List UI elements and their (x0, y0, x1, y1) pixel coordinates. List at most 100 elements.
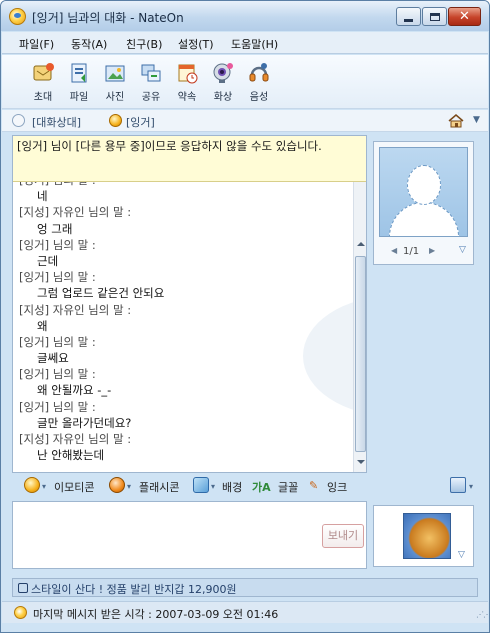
nateon-status-icon (14, 606, 27, 619)
participants-toggle-icon[interactable] (12, 114, 25, 127)
background-icon[interactable] (193, 477, 209, 493)
share-label: 공유 (141, 92, 161, 103)
message-sender: [지성] 자유인 님의 말 : (19, 205, 132, 220)
my-avatar[interactable] (403, 513, 451, 559)
chat-transcript[interactable]: [잉거] 님이 [다른 용무 중]이므로 응답하지 않을 수도 있습니다. [잉… (12, 135, 367, 473)
peer-avatar[interactable] (379, 147, 468, 237)
font-icon[interactable]: 가A (252, 479, 271, 495)
video-icon (211, 61, 235, 85)
ink-icon[interactable]: ✎ (309, 479, 318, 492)
ad-text[interactable]: 스타일이 산다 ! 정품 발리 반지갑 12,900원 (31, 581, 237, 597)
photo-icon (103, 61, 127, 85)
voice-label: 음성 (249, 92, 269, 103)
peer-status-icon (109, 114, 122, 127)
chevron-down-icon[interactable]: ▼ (473, 115, 480, 125)
share-button[interactable]: 공유 (135, 61, 167, 105)
close-icon: ✕ (459, 9, 470, 24)
message-sender: [잉거] 님의 말 : (19, 399, 96, 414)
message-sender: [지성] 자유인 님의 말 : (19, 432, 132, 446)
message-text: 난 안해봤는데 (37, 448, 105, 463)
background-dropdown-icon[interactable]: ▾ (211, 482, 215, 491)
message-text: 글만 올라가던데요? (37, 415, 132, 430)
away-notice: [잉거] 님이 [다른 용무 중]이므로 응답하지 않을 수도 있습니다. (13, 136, 366, 182)
conversation-status-bar: [대화상대] [잉거] ▼ (2, 110, 488, 132)
message-text: 엉 그래 (37, 221, 73, 236)
invite-label: 초대 (33, 92, 53, 103)
maximize-icon (429, 12, 440, 21)
transcript-scrollbar[interactable] (353, 182, 366, 472)
participants-label[interactable]: [대화상대] (32, 114, 81, 130)
message-sender: [잉거] 님의 말 : (19, 367, 96, 382)
emoticon-icon[interactable] (24, 477, 40, 493)
home-icon[interactable] (448, 114, 464, 128)
message-text: 근데 (37, 253, 59, 268)
flashcon-button[interactable]: 플래시콘 (139, 479, 179, 495)
photo-button[interactable]: 사진 (99, 61, 131, 105)
message-input[interactable]: 보내기 (12, 501, 367, 569)
title-bar[interactable]: [잉거] 님과의 대화 - NateOn ✕ (1, 1, 489, 31)
menu-file[interactable]: 파일(F) (19, 36, 54, 52)
flashcon-icon[interactable] (109, 477, 125, 493)
emoticon-dropdown-icon[interactable]: ▾ (42, 482, 46, 491)
ink-button[interactable]: 잉크 (327, 479, 347, 495)
font-button[interactable]: 글꼴 (278, 479, 298, 495)
file-icon (67, 61, 91, 85)
menu-action[interactable]: 동작(A) (71, 36, 107, 52)
message-text: 왜 안될까요 -_- (37, 383, 112, 398)
invite-icon (31, 61, 55, 85)
menu-bar: 파일(F) 동작(A) 친구(B) 설정(T) 도움말(H) (2, 32, 488, 54)
file-label: 파일 (69, 92, 89, 103)
avatar-silhouette-body (389, 202, 459, 236)
window-title: [잉거] 님과의 대화 - NateOn (32, 11, 184, 25)
send-button[interactable]: 보내기 (322, 524, 364, 548)
voice-icon (247, 61, 271, 85)
minimize-button[interactable] (396, 7, 421, 26)
emoticon-button[interactable]: 이모티콘 (54, 479, 94, 495)
scroll-thumb[interactable] (355, 256, 366, 452)
appointment-button[interactable]: 약속 (171, 61, 203, 105)
maximize-button[interactable] (422, 7, 447, 26)
photo-label: 사진 (105, 92, 125, 103)
message-text: 네 (37, 189, 48, 204)
avatar-pager: ◀ 1/1 ▶ ▽ (374, 243, 473, 261)
close-button[interactable]: ✕ (448, 7, 481, 26)
window-options-icon[interactable] (450, 477, 466, 493)
invite-button[interactable]: 초대 (27, 61, 59, 105)
ad-banner[interactable]: 스타일이 산다 ! 정품 발리 반지갑 12,900원 (12, 578, 478, 597)
message-text: 왜 (37, 318, 48, 333)
background-button[interactable]: 배경 (222, 479, 242, 495)
appointment-label: 약속 (177, 92, 197, 103)
file-button[interactable]: 파일 (63, 61, 95, 105)
my-avatar-menu-icon[interactable]: ▽ (458, 550, 465, 560)
nateon-app-icon[interactable] (9, 8, 26, 25)
my-avatar-panel: ▽ (373, 505, 474, 567)
avatar-next-icon[interactable]: ▶ (429, 246, 435, 255)
video-label: 화상 (213, 92, 233, 103)
menu-help[interactable]: 도움말(H) (231, 36, 278, 52)
peer-name[interactable]: [잉거] (126, 114, 155, 130)
bottom-status-bar: 마지막 메시지 받은 시각 : 2007-03-09 오전 01:46 ⋰⋰ (2, 601, 489, 623)
message-text: 글쎄요 (37, 351, 69, 366)
appointment-icon (175, 61, 199, 85)
avatar-silhouette-head (407, 165, 441, 205)
video-button[interactable]: 화상 (207, 61, 239, 105)
message-sender: [잉거] 님의 말 : (19, 237, 96, 252)
scroll-down-icon[interactable] (357, 460, 365, 464)
peer-avatar-panel: ◀ 1/1 ▶ ▽ (373, 141, 474, 265)
voice-button[interactable]: 음성 (243, 61, 275, 105)
scroll-up-icon[interactable] (357, 242, 365, 246)
chat-window: [잉거] 님과의 대화 - NateOn ✕ 파일(F) 동작(A) 친구(B)… (0, 0, 490, 633)
ad-icon (18, 583, 28, 593)
message-list: [잉거] 님의 말 :네[지성] 자유인 님의 말 :엉 그래[잉거] 님의 말… (13, 172, 353, 472)
menu-friends[interactable]: 친구(B) (126, 36, 162, 52)
message-text: 그럼 업로드 같은건 안되요 (37, 286, 165, 301)
message-sender: [잉거] 님의 말 : (19, 334, 96, 349)
flashcon-dropdown-icon[interactable]: ▾ (127, 482, 131, 491)
last-message-time: 마지막 메시지 받은 시각 : 2007-03-09 오전 01:46 (33, 608, 279, 621)
window-options-dropdown-icon[interactable]: ▾ (469, 482, 473, 491)
avatar-menu-icon[interactable]: ▽ (459, 245, 466, 255)
resize-grip-icon[interactable]: ⋰⋰ (476, 610, 489, 619)
avatar-prev-icon[interactable]: ◀ (391, 246, 397, 255)
message-sender: [지성] 자유인 님의 말 : (19, 302, 132, 317)
menu-settings[interactable]: 설정(T) (178, 36, 214, 52)
